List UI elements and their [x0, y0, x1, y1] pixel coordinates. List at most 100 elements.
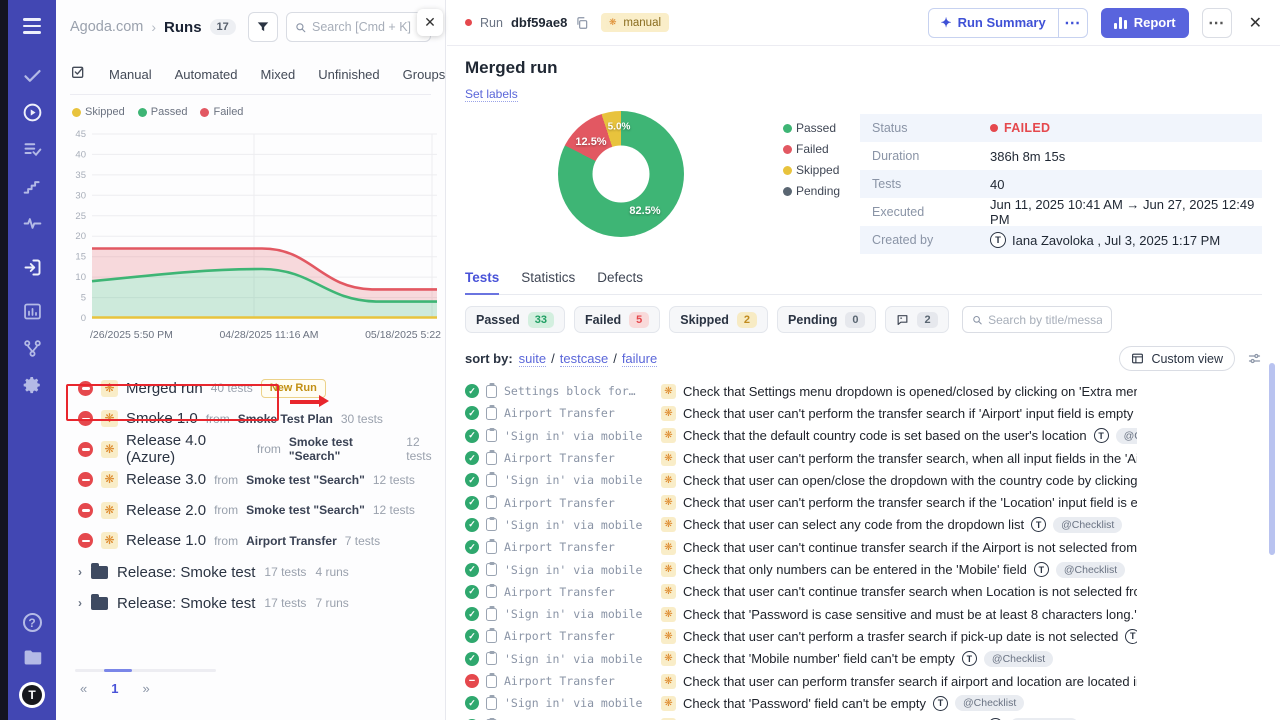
- report-button[interactable]: Report: [1101, 8, 1189, 38]
- panel-close-button[interactable]: ✕: [417, 9, 443, 36]
- test-title[interactable]: Check that user can perform transfer sea…: [683, 674, 1137, 689]
- test-row[interactable]: Airport Transfer❋Check that user can't p…: [465, 402, 1137, 424]
- run-name[interactable]: Release 2.0: [126, 502, 206, 519]
- filter-passed[interactable]: Passed33: [465, 306, 565, 333]
- documents-folder-icon[interactable]: [20, 645, 44, 669]
- suite-name[interactable]: Settings block for…: [504, 384, 654, 398]
- suite-name[interactable]: 'Sign in' via mobile: [504, 473, 654, 487]
- test-title[interactable]: Check that user can't continue transfer …: [683, 540, 1137, 555]
- traceability-icon[interactable]: [20, 336, 44, 360]
- tab-statistics[interactable]: Statistics: [521, 270, 575, 294]
- suite-name[interactable]: Airport Transfer: [504, 629, 654, 643]
- user-avatar[interactable]: T: [19, 682, 45, 708]
- suite-name[interactable]: Airport Transfer: [504, 674, 654, 688]
- suite-name[interactable]: 'Sign in' via mobile: [504, 607, 654, 621]
- tab-automated[interactable]: Automated: [175, 67, 238, 82]
- menu-icon[interactable]: [20, 14, 44, 38]
- tab-defects[interactable]: Defects: [597, 270, 643, 294]
- test-row[interactable]: 'Sign in' via mobile❋Check that user can…: [465, 514, 1137, 536]
- set-labels-link[interactable]: Set labels: [465, 87, 518, 102]
- test-title[interactable]: Check that user can't continue transfer …: [683, 584, 1137, 599]
- chevron-right-icon[interactable]: ›: [78, 596, 82, 610]
- suite-name[interactable]: Airport Transfer: [504, 540, 654, 554]
- test-row[interactable]: Airport Transfer❋Check that user can't p…: [465, 447, 1137, 469]
- horizontal-scrollbar[interactable]: [75, 669, 216, 672]
- test-row[interactable]: Airport Transfer❋Check that user can't p…: [465, 625, 1137, 647]
- filter-comments[interactable]: 2: [885, 306, 948, 333]
- test-row[interactable]: 'Sign in' via mobile❋Check that user can…: [465, 469, 1137, 491]
- group-name[interactable]: Release: Smoke test: [117, 595, 255, 612]
- tab-unfinished[interactable]: Unfinished: [318, 67, 379, 82]
- vertical-scrollbar[interactable]: [1269, 363, 1275, 555]
- run-plan[interactable]: Airport Transfer: [246, 534, 337, 548]
- test-title[interactable]: Check that 'Password is case sensitive a…: [683, 607, 1137, 622]
- tab-groups[interactable]: Groups: [403, 67, 446, 82]
- run-summary-more-button[interactable]: ⋯: [1059, 13, 1087, 33]
- run-plan[interactable]: Smoke test "Search": [246, 503, 365, 517]
- defects-icon[interactable]: [20, 211, 44, 235]
- tests-search-input[interactable]: [988, 313, 1102, 327]
- suite-name[interactable]: Airport Transfer: [504, 406, 654, 420]
- run-row[interactable]: ❋ Release 3.0 from Smoke test "Search" 1…: [56, 465, 445, 496]
- inbox-icon[interactable]: [20, 255, 44, 279]
- test-row[interactable]: 'Sign in' via mobile❋Check that 'Mobile …: [465, 714, 1137, 720]
- test-title[interactable]: Check that 'Mobile number' field can't b…: [683, 651, 955, 666]
- test-title[interactable]: Check that user can open/close the dropd…: [683, 473, 1137, 488]
- suite-name[interactable]: Airport Transfer: [504, 451, 654, 465]
- test-title[interactable]: Check that user can't perform the transf…: [683, 495, 1137, 510]
- test-title[interactable]: Check that user can't perform the transf…: [683, 406, 1133, 421]
- test-cases-icon[interactable]: [20, 63, 44, 87]
- run-row-merged[interactable]: ❋ Merged run 40 tests New Run: [56, 373, 445, 404]
- test-title[interactable]: Check that Settings menu dropdown is ope…: [683, 384, 1137, 399]
- prev-page-button[interactable]: «: [80, 681, 87, 696]
- suite-name[interactable]: 'Sign in' via mobile: [504, 652, 654, 666]
- tab-manual[interactable]: Manual: [109, 67, 152, 82]
- suite-name[interactable]: Airport Transfer: [504, 585, 654, 599]
- test-title[interactable]: Check that 'Password' field can't be emp…: [683, 696, 926, 711]
- run-plan[interactable]: Smoke Test Plan: [238, 412, 333, 426]
- breadcrumb-project[interactable]: Agoda.com: [70, 19, 143, 35]
- test-row[interactable]: 'Sign in' via mobile❋Check that 'Passwor…: [465, 603, 1137, 625]
- test-runs-icon[interactable]: [20, 100, 44, 124]
- suite-name[interactable]: 'Sign in' via mobile: [504, 518, 654, 532]
- test-row[interactable]: Airport Transfer❋Check that user can't c…: [465, 581, 1137, 603]
- run-summary-button[interactable]: ✦Run Summary: [929, 9, 1058, 37]
- next-page-button[interactable]: »: [142, 681, 149, 696]
- sort-suite-link[interactable]: suite: [519, 351, 546, 367]
- test-row[interactable]: 'Sign in' via mobile❋Check that 'Passwor…: [465, 692, 1137, 714]
- runs-search[interactable]: [286, 12, 431, 42]
- milestones-icon[interactable]: [20, 174, 44, 198]
- test-title[interactable]: Check that only numbers can be entered i…: [683, 562, 1027, 577]
- run-plan[interactable]: Smoke test "Search": [289, 435, 398, 463]
- test-row[interactable]: 'Sign in' via mobile❋Check that 'Mobile …: [465, 648, 1137, 670]
- run-plan[interactable]: Smoke test "Search": [246, 473, 365, 487]
- test-title[interactable]: Check that user can select any code from…: [683, 517, 1024, 532]
- view-settings-icon[interactable]: [1247, 351, 1262, 366]
- settings-gear-icon[interactable]: [20, 373, 44, 397]
- run-name[interactable]: Smoke 1.0: [126, 410, 198, 427]
- run-row[interactable]: ❋ Release 4.0 (Azure) from Smoke test "S…: [56, 434, 445, 465]
- sort-failure-link[interactable]: failure: [622, 351, 657, 367]
- sort-testcase-link[interactable]: testcase: [560, 351, 608, 367]
- test-row[interactable]: 'Sign in' via mobile❋Check that only num…: [465, 558, 1137, 580]
- tests-search[interactable]: [962, 306, 1112, 333]
- run-name[interactable]: Release 1.0: [126, 532, 206, 549]
- close-icon[interactable]: ✕: [1245, 13, 1266, 33]
- more-options-button[interactable]: ⋯: [1202, 8, 1232, 38]
- help-icon[interactable]: ?: [23, 613, 42, 632]
- run-row[interactable]: ❋ Smoke 1.0 from Smoke Test Plan 30 test…: [56, 404, 445, 435]
- suite-name[interactable]: 'Sign in' via mobile: [504, 563, 654, 577]
- run-name[interactable]: Merged run: [126, 380, 203, 397]
- run-row[interactable]: ❋ Release 1.0 from Airport Transfer 7 te…: [56, 526, 445, 557]
- tab-mixed[interactable]: Mixed: [261, 67, 296, 82]
- filter-skipped[interactable]: Skipped2: [669, 306, 768, 333]
- suite-name[interactable]: 'Sign in' via mobile: [504, 696, 654, 710]
- runs-search-input[interactable]: [312, 20, 422, 34]
- test-row[interactable]: Settings block for…❋Check that Settings …: [465, 380, 1137, 402]
- custom-view-button[interactable]: Custom view: [1119, 346, 1235, 371]
- run-name[interactable]: Release 4.0 (Azure): [126, 432, 249, 466]
- shared-steps-icon[interactable]: [20, 137, 44, 161]
- test-row[interactable]: 'Sign in' via mobile❋Check that the defa…: [465, 425, 1137, 447]
- filter-pending[interactable]: Pending0: [777, 306, 876, 333]
- suite-name[interactable]: 'Sign in' via mobile: [504, 429, 654, 443]
